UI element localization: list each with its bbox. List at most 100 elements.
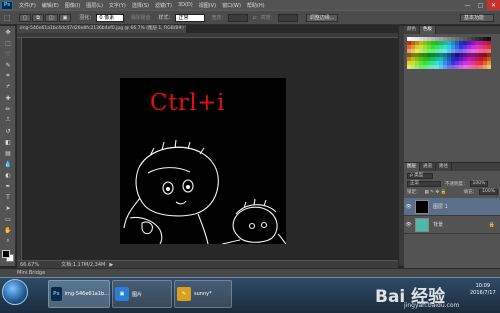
menu-bar: Ps 文件(F) 编辑(E) 图像(I) 图层(L) 文字(Y) 选择(S) 滤…	[0, 0, 500, 10]
subtract-selection-icon[interactable]: ◫	[44, 13, 58, 22]
tab-channels[interactable]: 通道	[420, 163, 436, 171]
layer-row-background[interactable]: 👁 背景 🔒	[404, 216, 500, 234]
marquee-tool-icon[interactable]: ⬚	[4, 14, 11, 22]
height-input[interactable]	[277, 13, 298, 22]
blend-row: 正常 不透明度： 100%	[404, 181, 500, 187]
layer-thumbnail	[415, 199, 429, 214]
feather-input[interactable]: 0 像素	[96, 13, 125, 22]
menu-edit[interactable]: 编辑(E)	[42, 2, 59, 9]
menu-view[interactable]: 视图(V)	[199, 2, 216, 9]
taskbar-item-label: 图片	[132, 291, 143, 298]
add-selection-icon[interactable]: ⧉	[32, 13, 44, 22]
eye-icon[interactable]: 👁	[404, 222, 413, 228]
menu-help[interactable]: 帮助(H)	[247, 2, 265, 9]
fill-label: 填充：	[463, 190, 478, 195]
tab-swatches[interactable]: 色板	[420, 26, 436, 34]
lasso-tool-icon[interactable]: ➰	[1, 49, 15, 59]
style-select[interactable]: 正常	[175, 13, 206, 22]
stamp-tool-icon[interactable]: ⎍	[1, 115, 15, 125]
menu-file[interactable]: 文件(F)	[19, 2, 36, 9]
document-tab[interactable]: img-546e61a1bc4dc47d26e8fc2136b4ef0.jpg …	[17, 25, 187, 33]
pictures-icon: ▣	[115, 287, 129, 301]
swatch-grid	[407, 37, 500, 69]
taskbar-item-sunny[interactable]: ✎ sunny*	[174, 280, 232, 308]
mini-bridge-tab[interactable]: Mini Bridge	[0, 268, 500, 277]
blur-tool-icon[interactable]: 💧	[1, 159, 15, 169]
tools-panel: ✥ ⬚ ➰ ✎ ⌗ ⌿ ✚ ✏ ⎍ ↺ ◧ ▤ 💧 ◐ ✒ T ➤ ▭ ✋ ⌕	[0, 26, 16, 266]
menu-select[interactable]: 选择(S)	[132, 2, 149, 9]
intersect-selection-icon[interactable]: ▣	[58, 13, 72, 22]
shape-tool-icon[interactable]: ▭	[1, 214, 15, 224]
status-arrow-icon[interactable]: ▶	[109, 262, 113, 268]
taskbar-item-pictures[interactable]: ▣ 图片	[112, 280, 172, 308]
menu-3d[interactable]: 3D(D)	[178, 2, 193, 8]
menu-image[interactable]: 图像(I)	[65, 2, 80, 9]
healing-tool-icon[interactable]: ✚	[1, 93, 15, 103]
foreground-color-swatch[interactable]	[2, 250, 10, 258]
layer-row-1[interactable]: 👁 图层 1	[404, 198, 500, 216]
hand-tool-icon[interactable]: ✋	[1, 225, 15, 235]
brush-tool-icon[interactable]: ✏	[1, 104, 15, 114]
antialias-checkbox[interactable]: 消除锯齿	[130, 14, 150, 21]
refine-edge-button[interactable]: 调整边缘...	[305, 13, 339, 22]
clock-date: 2016/7/17	[470, 290, 496, 296]
color-swatch[interactable]	[487, 65, 491, 69]
selection-mode-group: ▢ ⧉ ◫ ▣	[18, 13, 72, 22]
lock-label: 锁定：	[407, 190, 421, 195]
taskbar-item-label: sunny*	[194, 291, 212, 297]
close-button[interactable]: ✕	[487, 0, 500, 10]
fill-input[interactable]: 100%	[479, 189, 498, 195]
crop-tool-icon[interactable]: ⌗	[1, 71, 15, 81]
tab-layers[interactable]: 图层	[404, 163, 420, 171]
minimize-button[interactable]: —	[461, 0, 474, 10]
blend-mode-select[interactable]: 正常	[407, 181, 441, 187]
path-select-tool-icon[interactable]: ➤	[1, 203, 15, 213]
taskbar-item-photoshop[interactable]: Ps img-546e61a1b...	[48, 280, 110, 308]
menu-type[interactable]: 文字(Y)	[109, 2, 126, 9]
tab-color[interactable]: 颜色	[404, 26, 420, 34]
new-selection-icon[interactable]: ▢	[18, 13, 32, 22]
marquee-tool-icon[interactable]: ⬚	[1, 38, 15, 48]
layer-name[interactable]: 背景	[433, 221, 443, 228]
paint-icon: ✎	[177, 287, 191, 301]
dodge-tool-icon[interactable]: ◐	[1, 170, 15, 180]
eraser-tool-icon[interactable]: ◧	[1, 137, 15, 147]
type-tool-icon[interactable]: T	[1, 192, 15, 202]
move-tool-icon[interactable]: ✥	[1, 27, 15, 37]
eyedropper-tool-icon[interactable]: ⌿	[1, 82, 15, 92]
workspace-select[interactable]: 基本功能	[460, 13, 494, 22]
tab-paths[interactable]: 路径	[436, 163, 452, 171]
lock-icons[interactable]: ▦ ✎ ✥ 🔒	[425, 190, 447, 195]
window-controls: — □ ✕	[461, 0, 500, 10]
photoshop-logo: Ps	[1, 0, 13, 10]
clock-time: 10:09	[475, 283, 491, 289]
photoshop-icon: Ps	[51, 287, 62, 301]
layer-name[interactable]: 图层 1	[433, 203, 448, 210]
quick-select-tool-icon[interactable]: ✎	[1, 60, 15, 70]
layer-thumbnail	[415, 217, 429, 232]
swap-icon[interactable]: ⇄	[252, 15, 256, 21]
zoom-level[interactable]: 66.67%	[20, 262, 39, 268]
layer-kind-filter[interactable]: ρ 类型	[407, 173, 433, 179]
taskbar-item-label: img-546e61a1b...	[64, 291, 109, 297]
history-brush-icon[interactable]: ↺	[1, 126, 15, 136]
system-clock[interactable]: 10:09 2016/7/17	[470, 283, 496, 297]
gradient-tool-icon[interactable]: ▤	[1, 148, 15, 158]
menu-layer[interactable]: 图层(L)	[86, 2, 103, 9]
width-label: 宽度：	[211, 15, 227, 21]
menu-window[interactable]: 窗口(W)	[222, 2, 241, 9]
zoom-tool-icon[interactable]: ⌕	[1, 236, 15, 246]
opacity-input[interactable]: 100%	[469, 181, 489, 187]
options-bar: ⬚ ▢ ⧉ ◫ ▣ 羽化： 0 像素 消除锯齿 样式： 正常 宽度： ⇄ 高度：…	[0, 10, 500, 25]
canvas-text-layer: Ctrl+i	[150, 90, 225, 116]
maximize-button[interactable]: □	[474, 0, 487, 10]
start-button[interactable]	[2, 279, 28, 305]
pen-tool-icon[interactable]: ✒	[1, 181, 15, 191]
layers-panel-tabs: 图层 通道 路径	[404, 163, 500, 171]
layer-list: 👁 图层 1 👁 背景 🔒	[404, 198, 500, 234]
opacity-label: 不透明度：	[445, 182, 468, 187]
height-label: 高度：	[260, 15, 276, 21]
width-input[interactable]	[228, 13, 249, 22]
eye-icon[interactable]: 👁	[404, 204, 413, 210]
menu-filter[interactable]: 滤镜(T)	[155, 2, 172, 9]
